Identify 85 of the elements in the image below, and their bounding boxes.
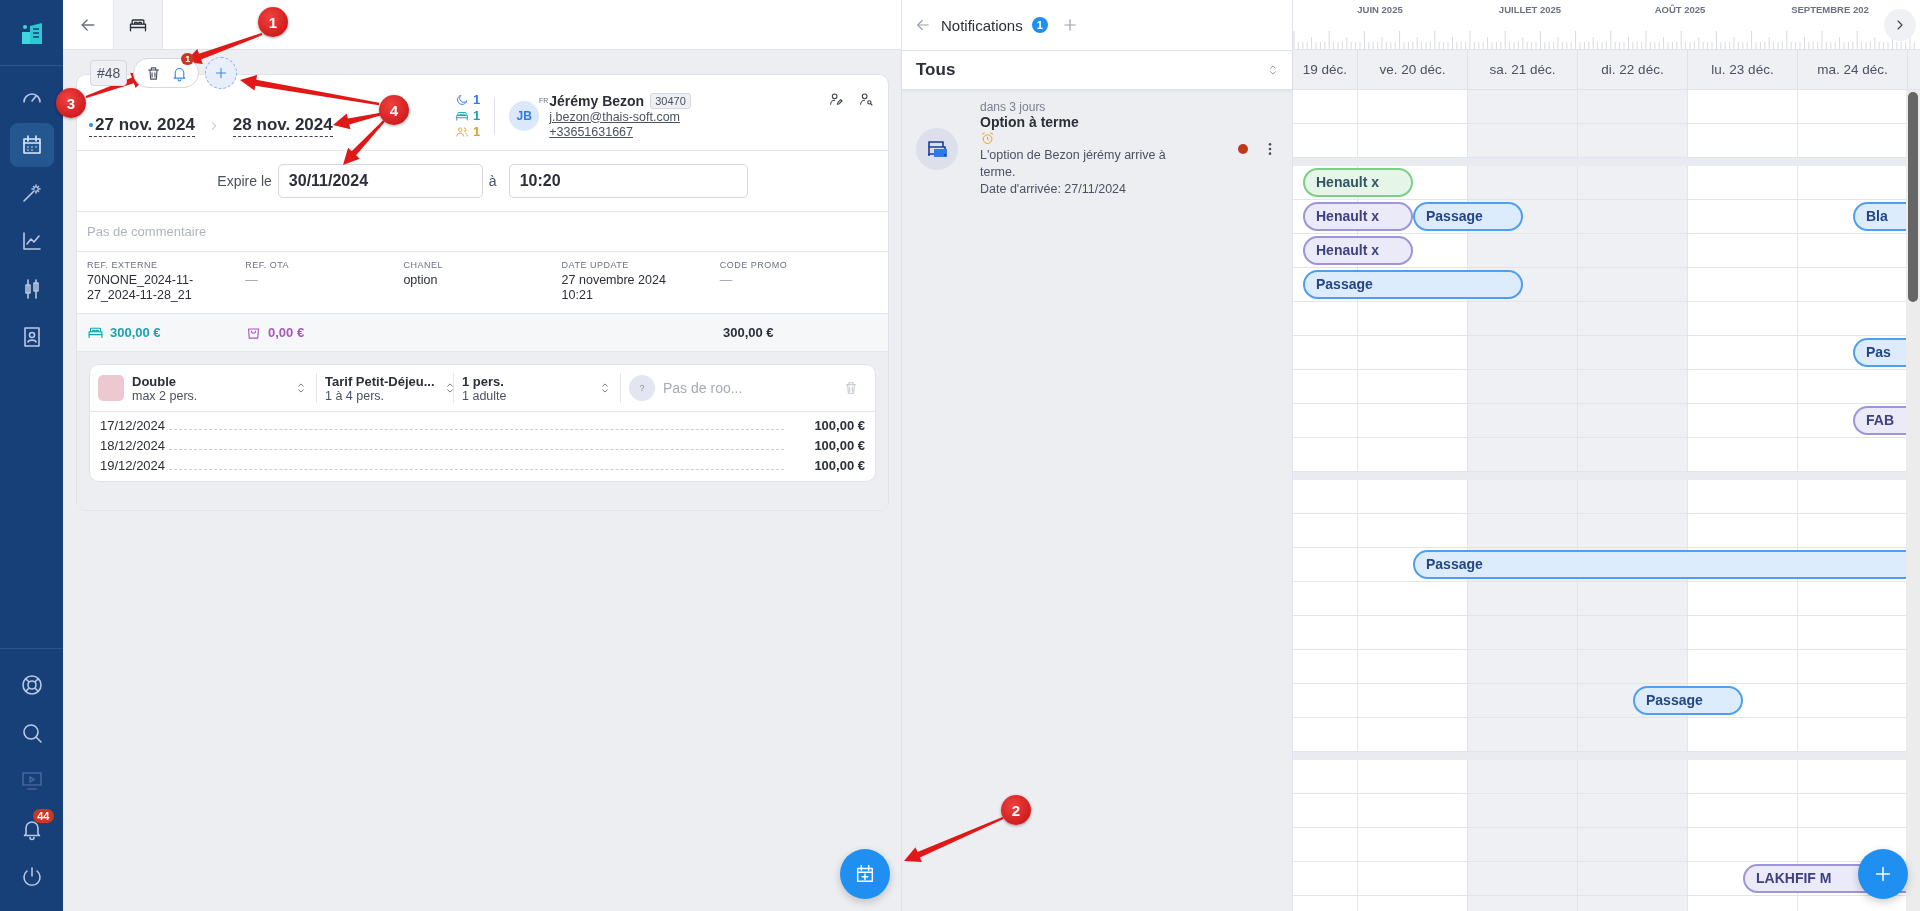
sidebar-item[interactable] [9,123,54,167]
month-label: SEPTEMBRE 202 [1790,4,1870,15]
scrollbar[interactable] [1906,90,1920,911]
room-swatch [98,375,124,401]
rooms-count: 1 [473,108,481,123]
day-label: ma. 24 déc. [1798,50,1908,89]
lifebuoy-icon [19,673,44,697]
night-price: 100,00 € [814,418,865,433]
notification-title: Option à terme [980,114,1080,130]
grand-total: 300,00 € [723,325,774,340]
expiry-label: Expire le [217,173,272,189]
night-date: 17/12/2024 [100,418,166,433]
expiry-date-field[interactable]: 30/11/2024 [277,164,483,198]
month-label: JUILLET 2025 [1497,4,1563,15]
notification-text: L'option de Bezon jérémy arrive à terme. [980,147,1167,181]
email-link[interactable]: j.bezon@thais-soft.com [549,109,691,124]
night-price: 100,00 € [814,458,865,473]
alarm-clock-icon [980,131,995,146]
departure-date[interactable]: 28 nov. 2024 [232,114,333,137]
video-icon [19,769,44,793]
notification-detail: Date d'arrivée: 27/11/2024 [980,180,1127,198]
rooms-total: 300,00 € [110,325,161,340]
reservation-bar[interactable]: Henault x [1303,168,1413,197]
room-type: Double [132,373,178,389]
room-capacity: max 2 pers. [132,388,198,403]
notification-time: dans 3 jours [980,100,1047,114]
reservation-bar[interactable]: Bla [1853,202,1906,231]
day-label: ve. 20 déc. [1358,50,1468,89]
reservation-bar[interactable]: Passage [1303,270,1523,299]
alert-count-badge: 1 [181,53,195,65]
field-value: option [403,273,439,288]
reservation-bar[interactable]: Passage [1633,686,1743,715]
reservation-bar[interactable]: Pas [1853,338,1906,367]
panel-title: Notifications [941,16,1023,34]
rate-capacity: 1 à 4 pers. [325,388,385,403]
field-value: — [719,273,734,288]
day-label: lu. 23 déc. [1688,50,1798,89]
night-price: 100,00 € [814,438,865,453]
calendar-add-button[interactable] [840,849,890,899]
reservation-bar[interactable]: Passage [1413,202,1523,231]
sidebar-item[interactable]: 44 [9,807,54,851]
arrival-date[interactable]: 27 nov. 2024 [89,114,195,137]
rate-name: Tarif Petit-Déjeu... [325,373,435,389]
guest-id-tag: 30470 [650,92,691,109]
month-label: JUIN 2025 [1356,4,1404,15]
field-label: CODE PROMO [719,260,789,270]
moon-icon [455,92,469,107]
booking-number: #48 [90,60,128,86]
field-label: REF. EXTERNE [87,260,159,270]
expiry-time-field[interactable]: 10:20 [508,164,748,198]
field-label: DATE UPDATE [561,260,630,270]
people-icon [455,124,469,139]
notification-badge: 44 [33,809,54,823]
field-label: CHANEL [403,260,444,270]
field-value: 70NONE_2024-11-27_2024-11-28_21 [87,273,195,303]
guest-name: Jérémy Bezon [549,92,645,109]
day-label: 19 déc. [1293,50,1358,89]
field-label: REF. OTA [245,260,291,270]
bed-tab[interactable] [113,0,163,49]
day-label: sa. 21 déc. [1468,50,1578,89]
occupancy: 1 pers. [462,373,505,389]
nights-count: 1 [473,92,481,107]
reservation-bar[interactable]: Henault x [1303,202,1413,231]
occupancy-detail: 1 adulte [462,388,507,403]
night-date: 18/12/2024 [100,438,166,453]
calendar-plus-icon [854,863,876,885]
reservation-bar[interactable]: Passage [1413,550,1906,579]
time-label: à [488,173,497,189]
user-search-icon[interactable] [858,91,874,107]
field-value: — [245,273,259,288]
room-number-badge: ? [629,375,655,401]
night-date: 19/12/2024 [100,458,166,473]
month-label: AOÛT 2025 [1653,4,1707,15]
reservation-bar[interactable]: FAB [1853,406,1906,435]
guest-avatar: JB [509,100,540,131]
user-edit-icon[interactable] [828,91,844,107]
scrollbar-thumb[interactable] [1908,92,1918,302]
day-label: di. 22 déc. [1578,50,1688,89]
filter-select[interactable]: Tous [902,51,1292,90]
phone-link[interactable]: +33651631667 [549,124,691,139]
field-value: 27 novembre 2024 10:21 [561,273,667,303]
reservation-bar[interactable]: Henault x [1303,236,1413,265]
extras-total: 0,00 € [268,325,305,340]
count-badge: 1 [1031,17,1048,33]
guests-count: 1 [473,124,481,139]
